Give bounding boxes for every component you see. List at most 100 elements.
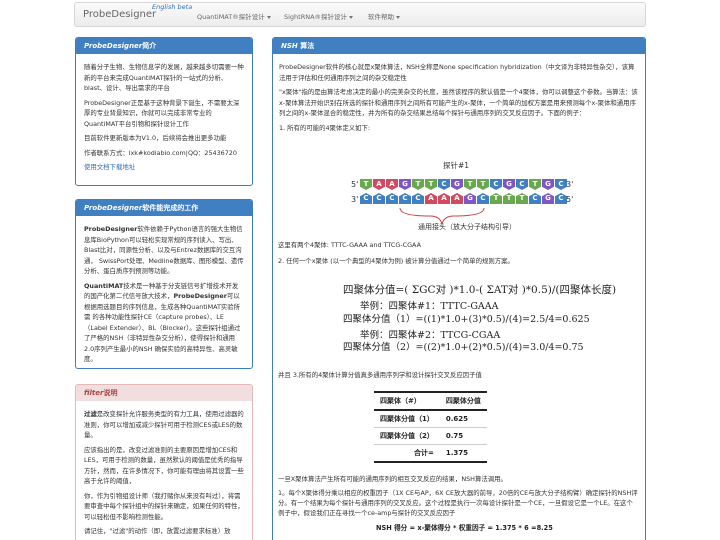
nsh-paragraph-2: "x聚体"指的是由算法考虑决定的最小的完美杂交的长度，虽然该程序的默认值是一个4… <box>279 88 638 117</box>
nucleotide-C: C <box>516 179 528 190</box>
table-row: 四聚体分值（2） 0.75 <box>374 427 487 445</box>
nav-sightrna-menu[interactable]: SightRNA®探针设计 <box>284 11 354 21</box>
table-cell: 0.75 <box>439 427 487 445</box>
intro-paragraph-2: ProbeDesigner正是基于这种背景下诞生，不需要太深厚的专业背景知识，你… <box>84 98 240 128</box>
nucleotide-A: A <box>451 193 463 204</box>
nucleotide-C: C <box>360 193 372 204</box>
nucleotide-T: T <box>412 179 424 190</box>
table-cell: 0.625 <box>439 410 487 428</box>
example-2-calc: 四聚体分值（2）=((2)*1.0+(2)*0.5)/(4)=3.0/4=0.7… <box>343 342 584 353</box>
intro-title-text: 简介 <box>142 42 157 50</box>
nav-sightrna-label: SightRNA®探针设计 <box>284 13 348 21</box>
nucleotide-G: G <box>464 193 476 204</box>
strand-top-3prime: 3' <box>566 180 574 189</box>
intro-contact: 作者联系方式：lxk#kodiabio.com|QQ：25436720 <box>84 148 237 157</box>
nucleotide-A: A <box>425 193 437 204</box>
nucleotide-A: A <box>373 179 385 190</box>
table-cell: 合计= <box>374 444 440 463</box>
features-p1-bold: ProbeDesigner <box>84 225 138 233</box>
filter-paragraph-1: 过滤是改变探针允许服务类型的有力工具，使用过滤器的准则，你可以增加或减少探针可用… <box>84 409 244 441</box>
chevron-down-icon <box>396 15 400 19</box>
nucleotide-T: T <box>490 193 502 204</box>
english-beta-link[interactable]: English beta <box>152 3 192 11</box>
nucleotide-A: A <box>438 193 450 204</box>
score-table: 四聚体（#） 四聚体分值 四聚体分值（1） 0.625 四聚体分值（2） 0.7… <box>374 391 487 463</box>
features-p2-rest: 可以根据用选题目的序列信息，生成各种QuantiMAT实验所需 的各种功能性探针… <box>84 292 241 363</box>
table-header: 四聚体（#） <box>374 391 440 411</box>
chevron-down-icon <box>266 15 271 19</box>
strand-bottom-5prime: 5' <box>566 195 574 204</box>
table-header-row: 四聚体（#） 四聚体分值 <box>374 391 487 411</box>
filter-paragraph-4: 请记住，"过滤"的动作（即，放置过滤要求标准）放 <box>84 527 231 535</box>
table-row: 合计= 1.375 <box>374 444 487 463</box>
nucleotide-T: T <box>425 179 437 190</box>
nsh-step-2: 2. 任何一个x聚体 (以一个典型的4聚体为例) 被计算分值通过一个简单的规则方… <box>278 257 514 265</box>
filter-title-italic: filter <box>84 389 104 397</box>
features-paragraph-1: ProbeDesigner软件依赖于Python语言的强大生物信息库BioPyt… <box>84 224 244 277</box>
top-navbar: ProbeDesigner English beta QuantiMAT®探针设… <box>74 2 646 27</box>
example-1-calc: 四聚体分值（1）=((1)*1.0+(3)*0.5)/(4)=2.5/4=0.6… <box>343 314 590 325</box>
intro-paragraph-1: 随着分子生物、生物信息学的发展，越来越多切需要一种新的平台来完成QuantiMA… <box>84 63 244 92</box>
nucleotide-T: T <box>503 193 515 204</box>
table-row: 四聚体分值（1） 0.625 <box>374 410 487 428</box>
nucleotide-C: C <box>373 193 385 204</box>
filter-title-text: 说明 <box>103 389 118 397</box>
probe-label: 探针#1 <box>443 161 470 170</box>
nav-quantimat-label: QuantiMAT®探针设计 <box>197 13 265 21</box>
chevron-down-icon <box>349 15 354 19</box>
intro-panel: ProbeDesigner简介 随着分子生物、生物信息学的发展，越来越多切需要一… <box>75 37 253 186</box>
probe-strand: TAAGTTCGTTCGCTGC <box>360 179 568 192</box>
nucleotide-T: T <box>464 179 476 190</box>
table-cell: 四聚体分值（2） <box>374 427 440 445</box>
table-cell: 四聚体分值（1） <box>374 410 440 428</box>
strand-bottom-3prime: 3' <box>351 195 359 204</box>
brand-logo[interactable]: ProbeDesigner <box>83 9 156 20</box>
filter-panel-title: filter说明 <box>76 385 252 401</box>
nucleotide-C: C <box>412 193 424 204</box>
features-p2-bold2: ProbeDesigner <box>173 292 227 300</box>
score-formula: 四聚体分值=( ΣGC对 )*1.0-( ΣAT对 )*0.5)/(四聚体长度) <box>343 284 617 296</box>
nucleotide-C: C <box>386 193 398 204</box>
nucleotide-T: T <box>529 179 541 190</box>
features-panel: ProbeDesigner软件能完成的工作 ProbeDesigner软件依赖于… <box>75 199 253 369</box>
strand-top-5prime: 5' <box>351 180 359 189</box>
nucleotide-T: T <box>360 179 372 190</box>
nsh-weight-text: 1。每个X聚体得分乘以相应的权重因子（1X CE与AP，6X CE放大器的前导，… <box>278 489 638 517</box>
nsh-score: NSH 得分 = x-聚体得分 * 权重因子 = 1.375 * 6 =8.25 <box>376 524 553 532</box>
intro-title-brand: ProbeDesigner <box>84 42 143 50</box>
features-title-text: 软件能完成的工作 <box>142 204 199 212</box>
nucleotide-G: G <box>542 193 554 204</box>
filter-panel: filter说明 过滤是改变探针允许服务类型的有力工具，使用过滤器的准则，你可以… <box>75 384 253 540</box>
intro-version: 目前软件更新版本为V1.0，后续将会推出更多功能 <box>84 134 227 142</box>
features-panel-title: ProbeDesigner软件能完成的工作 <box>76 200 252 216</box>
nucleotide-C: C <box>477 193 489 204</box>
nsh-title-italic: NSH <box>281 42 298 50</box>
nucleotide-G: G <box>451 179 463 190</box>
nav-help-menu[interactable]: 软件帮助 <box>368 11 400 21</box>
nucleotide-C: C <box>399 193 411 204</box>
nav-quantimat-menu[interactable]: QuantiMAT®探针设计 <box>197 11 271 21</box>
features-title-brand: ProbeDesigner <box>84 204 143 212</box>
doc-download-link[interactable]: 使用文档下载地址 <box>84 163 135 171</box>
table-cell: 1.375 <box>439 444 487 463</box>
features-paragraph-2: QuantiMAT技术是一种基于分支链信号扩增技术开发的国产化第二代信号放大技术… <box>84 281 244 365</box>
universal-adapter-label: 通用接头（放大分子结构引导） <box>418 223 516 231</box>
nsh-step-1: 1. 所有的可能的4聚体定义如下: <box>279 123 371 132</box>
nucleotide-G: G <box>542 179 554 190</box>
features-p2-bold: QuantiMAT <box>84 281 124 290</box>
nucleotide-G: G <box>399 179 411 190</box>
intro-panel-title: ProbeDesigner简介 <box>76 38 252 54</box>
nsh-paragraph-1: ProbeDesigner软件的核心就是x聚体算法，NSH全称是None spe… <box>279 63 635 82</box>
nucleotide-A: A <box>386 179 398 190</box>
nucleotide-C: C <box>438 179 450 190</box>
nsh-panel-title: NSH 算法 <box>273 38 645 54</box>
filter-p1-text: 是改变探针允许服务类型的有力工具，使用过滤器的准则，你可以增加或减少探针可用于检… <box>84 410 244 439</box>
found-tetramers: 这里有两个4聚体: TTTC-GAAA and TTCG-CGAA <box>278 241 421 249</box>
nucleotide-T: T <box>477 179 489 190</box>
nsh-title-text: 算法 <box>297 42 315 50</box>
filter-paragraph-2: 应该指出的是，改变过滤准则的主要原因是增加CES和LES，可用于检测的数量，虽然… <box>84 445 244 486</box>
universal-strand: CCCCCAAAGCTTTCGC <box>360 193 568 206</box>
table-header: 四聚体分值 <box>439 391 487 411</box>
nav-help-label: 软件帮助 <box>368 13 394 21</box>
filter-paragraph-3: 你，作为引物组设计师（我打赌你从来没有叫过），将需要审查中每个探针组中的探针来确… <box>84 491 244 521</box>
